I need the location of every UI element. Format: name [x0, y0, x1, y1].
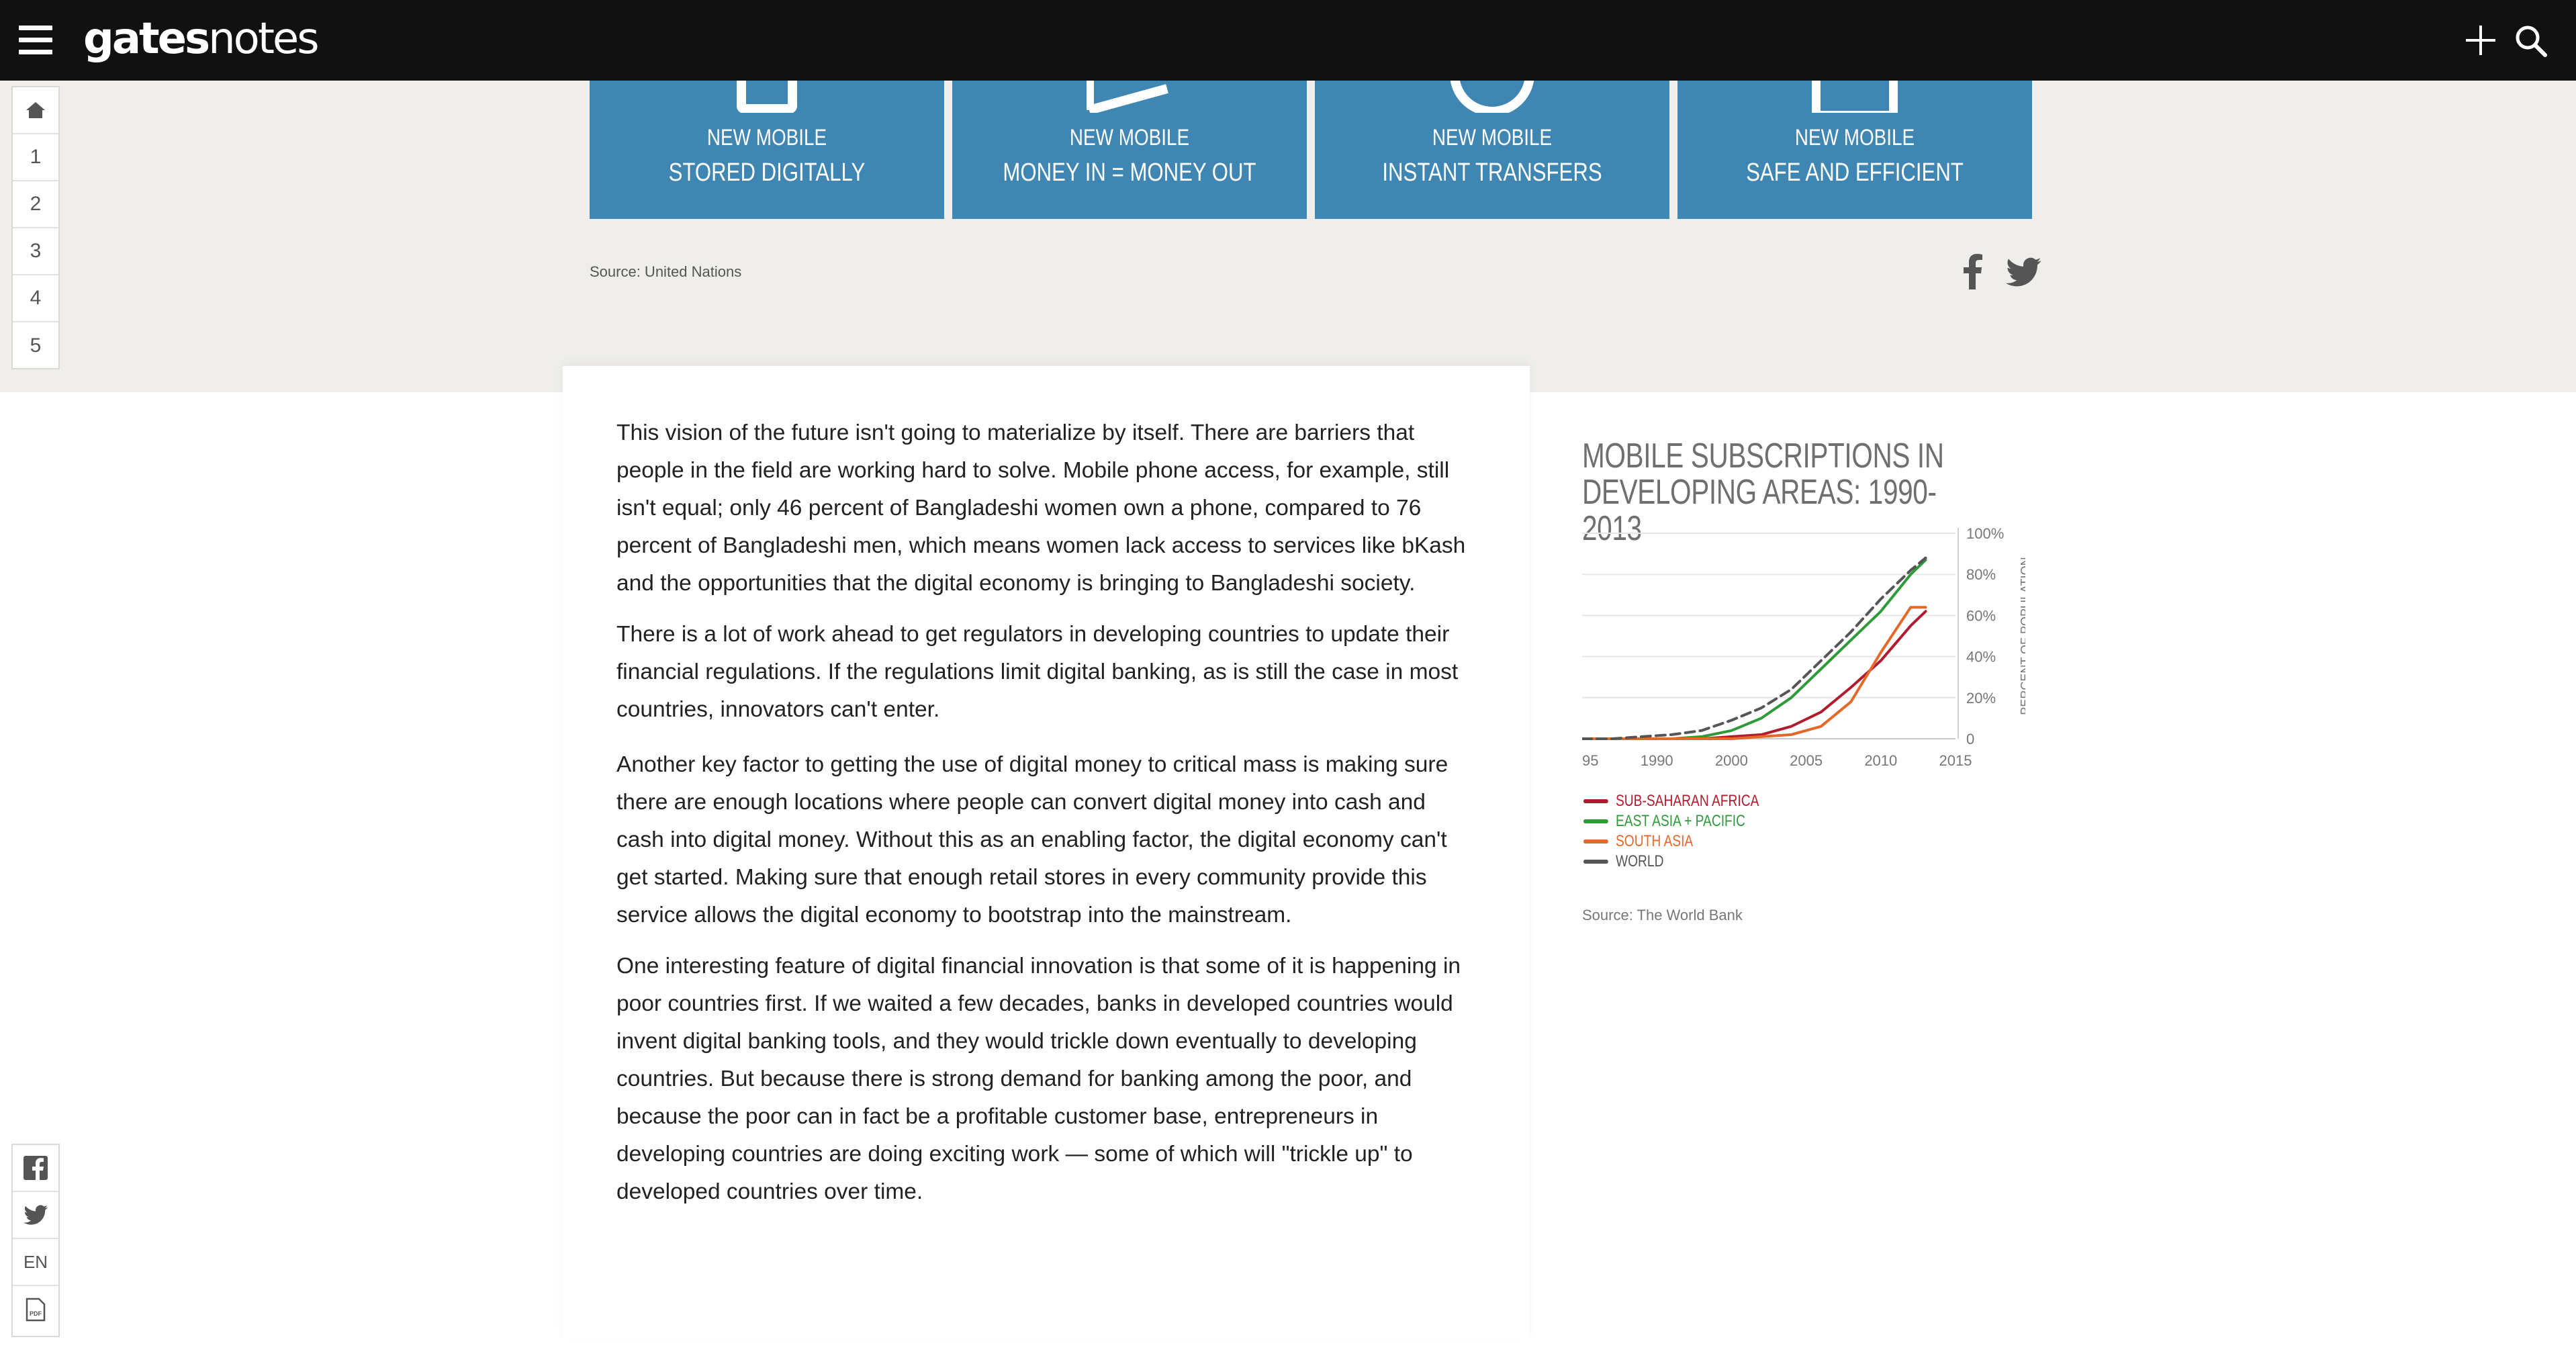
series-line-world: [1582, 556, 1927, 740]
svg-text:PDF: PDF: [30, 1310, 42, 1317]
section-nav-1[interactable]: 1: [13, 134, 58, 181]
x-tick-label: 1990: [1641, 752, 1673, 769]
tile-line1: NEW MOBILE: [1069, 125, 1190, 150]
section-nav-5[interactable]: 5: [13, 322, 58, 369]
x-tick-label: 2015: [1939, 752, 1972, 769]
language-button[interactable]: EN: [13, 1239, 58, 1286]
tile-money-in-money-out: NEW MOBILE MONEY IN = MONEY OUT: [952, 81, 1307, 219]
mobile-subscriptions-chart: 0 20% 40% 60% 80% 100% PERCENT OF POPULATION 19…: [1582, 525, 2025, 769]
home-icon: [26, 102, 45, 118]
legend-label: SUB-SAHARAN AFRICA: [1616, 792, 1759, 810]
infographic-source: Source: United Nations: [590, 263, 742, 280]
lock-icon: [1812, 81, 1898, 113]
legend-item: WORLD: [1583, 852, 1759, 872]
article-body: This vision of the future isn't going to…: [563, 366, 1530, 1340]
tile-line2: STORED DIGITALLY: [668, 158, 866, 187]
legend-item: SUB-SAHARAN AFRICA: [1583, 791, 1759, 811]
series-line-sub-saharan-africa: [1582, 610, 1927, 740]
x-tick-label: 2000: [1715, 752, 1748, 769]
search-icon[interactable]: [2514, 24, 2548, 58]
legend-swatch: [1583, 819, 1608, 823]
phone-icon: [737, 81, 797, 113]
pdf-icon: PDF: [26, 1298, 46, 1322]
y-tick-label: 100%: [1966, 525, 2004, 542]
y-tick-label: 40%: [1966, 649, 1996, 666]
series-line-east-asia-pacific: [1582, 558, 1927, 740]
pdf-download-button[interactable]: PDF: [13, 1286, 58, 1333]
share-rail: EN PDF: [11, 1144, 60, 1337]
legend-swatch: [1583, 860, 1608, 864]
y-axis-label: PERCENT OF POPULATION: [2019, 557, 2025, 715]
chart-legend: SUB-SAHARAN AFRICA EAST ASIA + PACIFIC SOU…: [1583, 791, 1803, 872]
legend-label: EAST ASIA + PACIFIC: [1616, 812, 1745, 830]
facebook-icon: [24, 1156, 48, 1180]
home-nav-button[interactable]: [13, 87, 58, 134]
article-paragraph: There is a lot of work ahead to get regu…: [616, 622, 1459, 722]
article-paragraph: This vision of the future isn't going to…: [616, 420, 1466, 596]
gatesnotes-logo[interactable]: gatesnotes: [83, 12, 320, 66]
legend-label: WORLD: [1616, 852, 1664, 870]
y-tick-label: 80%: [1966, 566, 1996, 583]
section-nav-4[interactable]: 4: [13, 275, 58, 322]
transfer-arrow-icon: [1087, 81, 1168, 113]
clock-icon: [1450, 81, 1534, 113]
legend-item: SOUTH ASIA: [1583, 831, 1759, 852]
menu-icon[interactable]: [19, 26, 52, 55]
facebook-rail-button[interactable]: [13, 1145, 58, 1192]
y-tick-label: 60%: [1966, 607, 1996, 624]
twitter-icon: [24, 1205, 48, 1225]
x-tick-label: 1995: [1582, 752, 1598, 769]
plus-icon[interactable]: [2465, 24, 2497, 56]
logo-bold-part: gates: [83, 14, 210, 64]
legend-swatch: [1583, 799, 1608, 803]
section-navigation: 1 2 3 4 5: [11, 86, 60, 369]
section-nav-2[interactable]: 2: [13, 181, 58, 228]
logo-light-part: notes: [208, 14, 320, 64]
article-paragraph: One interesting feature of digital finan…: [616, 954, 1461, 1204]
tile-stored-digitally: NEW MOBILE STORED DIGITALLY: [590, 81, 944, 219]
legend-swatch: [1583, 839, 1608, 844]
y-tick-label: 20%: [1966, 690, 1996, 707]
tile-line1: NEW MOBILE: [1432, 125, 1553, 150]
chart-source: Source: The World Bank: [1582, 907, 1743, 923]
x-tick-label: 2005: [1790, 752, 1823, 769]
article-paragraph: Another key factor to getting the use of…: [616, 752, 1448, 927]
x-tick-label: 2010: [1864, 752, 1897, 769]
facebook-share-icon[interactable]: [1964, 253, 1982, 289]
series-line-south-asia: [1582, 606, 1927, 740]
tile-line1: NEW MOBILE: [1794, 125, 1915, 150]
tile-line2: MONEY IN = MONEY OUT: [1003, 158, 1256, 187]
tile-safe-and-efficient: NEW MOBILE SAFE AND EFFICIENT: [1677, 81, 2032, 219]
tile-line2: INSTANT TRANSFERS: [1382, 158, 1602, 187]
y-tick-label: 0: [1966, 731, 1974, 747]
tile-line2: SAFE AND EFFICIENT: [1746, 158, 1964, 187]
top-navigation-bar: gatesnotes: [0, 0, 2576, 81]
section-nav-3[interactable]: 3: [13, 228, 58, 275]
legend-label: SOUTH ASIA: [1616, 832, 1694, 850]
legend-item: EAST ASIA + PACIFIC: [1583, 811, 1759, 831]
tile-instant-transfers: NEW MOBILE INSTANT TRANSFERS: [1315, 81, 1669, 219]
twitter-share-icon[interactable]: [2005, 257, 2041, 287]
twitter-rail-button[interactable]: [13, 1192, 58, 1239]
tile-line1: NEW MOBILE: [706, 125, 827, 150]
